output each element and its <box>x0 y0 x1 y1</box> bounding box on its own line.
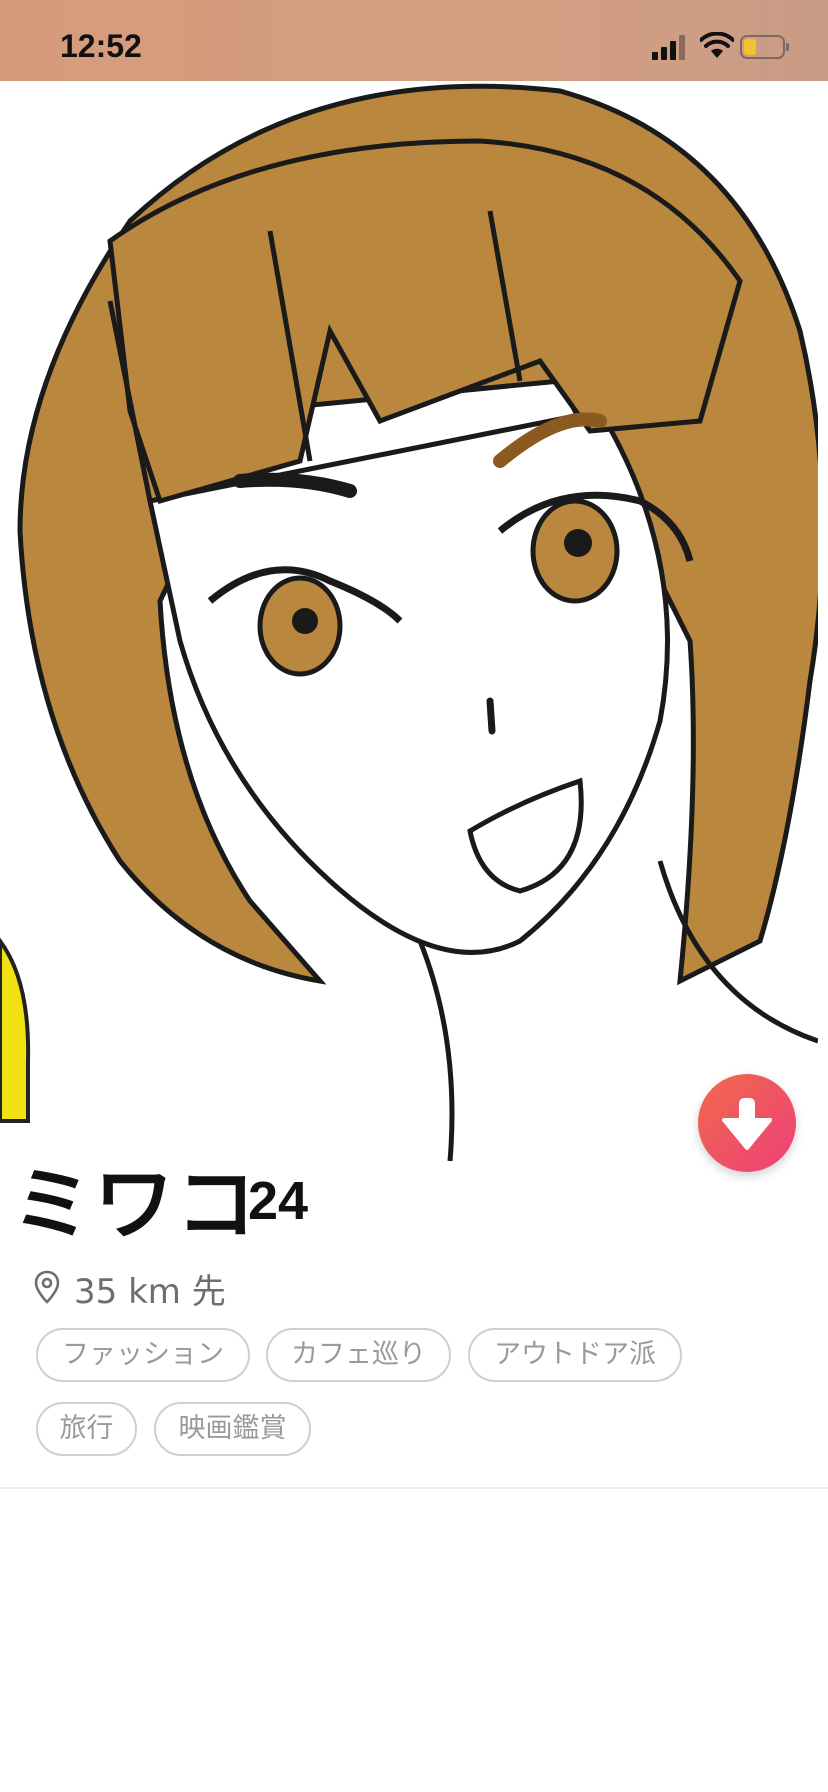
arrow-down-icon <box>722 1098 772 1150</box>
tag-chip: アウトドア派 <box>468 1328 682 1382</box>
tag-chip: カフェ巡り <box>266 1328 451 1382</box>
status-bar: 12:52 <box>0 0 828 81</box>
distance-text: 35 km 先 <box>74 1272 226 1312</box>
profile-name: ミワコ <box>12 1158 258 1251</box>
status-time: 12:52 <box>60 28 142 64</box>
profile-photo[interactable] <box>0 81 818 1161</box>
wifi-icon <box>700 32 734 58</box>
collapse-profile-button[interactable] <box>698 1074 796 1172</box>
battery-icon <box>740 35 789 59</box>
tag-chip: 旅行 <box>36 1402 137 1456</box>
tag-chip: 映画鑑賞 <box>154 1402 311 1456</box>
location-pin-icon <box>34 1270 60 1304</box>
profile-illustration <box>0 81 818 1161</box>
tag-chip: ファッション <box>36 1328 250 1382</box>
section-divider <box>0 1487 828 1489</box>
cellular-signal-icon <box>652 35 685 60</box>
profile-age: 24 <box>248 1171 309 1231</box>
